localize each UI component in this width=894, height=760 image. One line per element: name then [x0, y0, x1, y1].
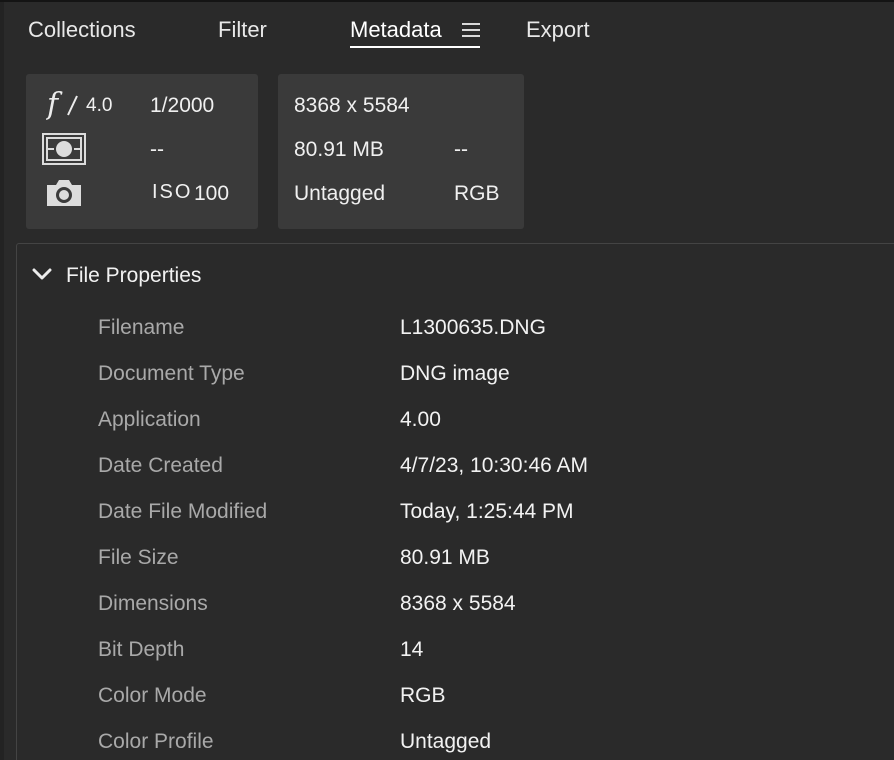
summary-file-size: 80.91 MB	[294, 138, 384, 161]
property-value: L1300635.DNG	[400, 316, 546, 339]
camera-icon	[47, 180, 81, 206]
chevron-down-icon[interactable]	[32, 267, 52, 281]
property-value: 4/7/23, 10:30:46 AM	[400, 454, 588, 477]
property-label: Date File Modified	[98, 500, 268, 523]
metering-value: --	[150, 138, 164, 161]
metering-mode-icon	[42, 133, 86, 165]
iso-label: ISO	[152, 181, 193, 203]
property-value: 4.00	[400, 408, 441, 431]
property-label: Color Mode	[98, 684, 207, 707]
aperture-value: 4.0	[86, 95, 113, 116]
property-value: Today, 1:25:44 PM	[400, 500, 574, 523]
hamburger-menu-icon[interactable]	[462, 22, 480, 38]
property-label: Color Profile	[98, 730, 214, 753]
property-row-dimensions: Dimensions 8368 x 5584	[0, 582, 894, 628]
tab-bar: Collections Filter Metadata Export	[0, 2, 894, 60]
summary-dimensions: 8368 x 5584	[294, 94, 410, 117]
property-row-filename: Filename L1300635.DNG	[0, 306, 894, 352]
summary-extra-value: --	[454, 138, 468, 161]
property-label: Date Created	[98, 454, 223, 477]
property-row-document-type: Document Type DNG image	[0, 352, 894, 398]
active-tab-indicator	[350, 46, 480, 48]
section-title: File Properties	[66, 264, 202, 287]
tab-metadata[interactable]: Metadata	[350, 16, 442, 44]
iso-value: 100	[194, 182, 230, 205]
property-value: Untagged	[400, 730, 492, 753]
property-value: DNG image	[400, 362, 510, 385]
property-label: Filename	[98, 316, 185, 339]
property-row-file-size: File Size 80.91 MB	[0, 536, 894, 582]
property-row-date-created: Date Created 4/7/23, 10:30:46 AM	[0, 444, 894, 490]
property-row-bit-depth: Bit Depth 14	[0, 628, 894, 674]
metadata-panel: Collections Filter Metadata Export f 4.0…	[0, 0, 894, 760]
property-label: File Size	[98, 546, 179, 569]
svg-text:f: f	[46, 88, 63, 120]
property-label: Document Type	[98, 362, 245, 385]
property-value: RGB	[400, 684, 446, 707]
property-value: 8368 x 5584	[400, 592, 516, 615]
tab-collections[interactable]: Collections	[28, 16, 136, 44]
shutter-speed-value: 1/2000	[150, 94, 215, 117]
property-value: 80.91 MB	[400, 546, 490, 569]
property-row-color-profile: Color Profile Untagged	[0, 720, 894, 760]
property-row-color-mode: Color Mode RGB	[0, 674, 894, 720]
property-label: Bit Depth	[98, 638, 185, 661]
property-row-date-modified: Date File Modified Today, 1:25:44 PM	[0, 490, 894, 536]
summary-color-mode: RGB	[454, 182, 500, 205]
property-label: Application	[98, 408, 201, 431]
aperture-f-icon: f	[46, 88, 78, 120]
property-value: 14	[400, 638, 424, 661]
summary-color-profile: Untagged	[294, 182, 386, 205]
tab-filter[interactable]: Filter	[218, 16, 267, 44]
tab-export[interactable]: Export	[526, 16, 590, 44]
property-row-application: Application 4.00	[0, 398, 894, 444]
property-label: Dimensions	[98, 592, 208, 615]
